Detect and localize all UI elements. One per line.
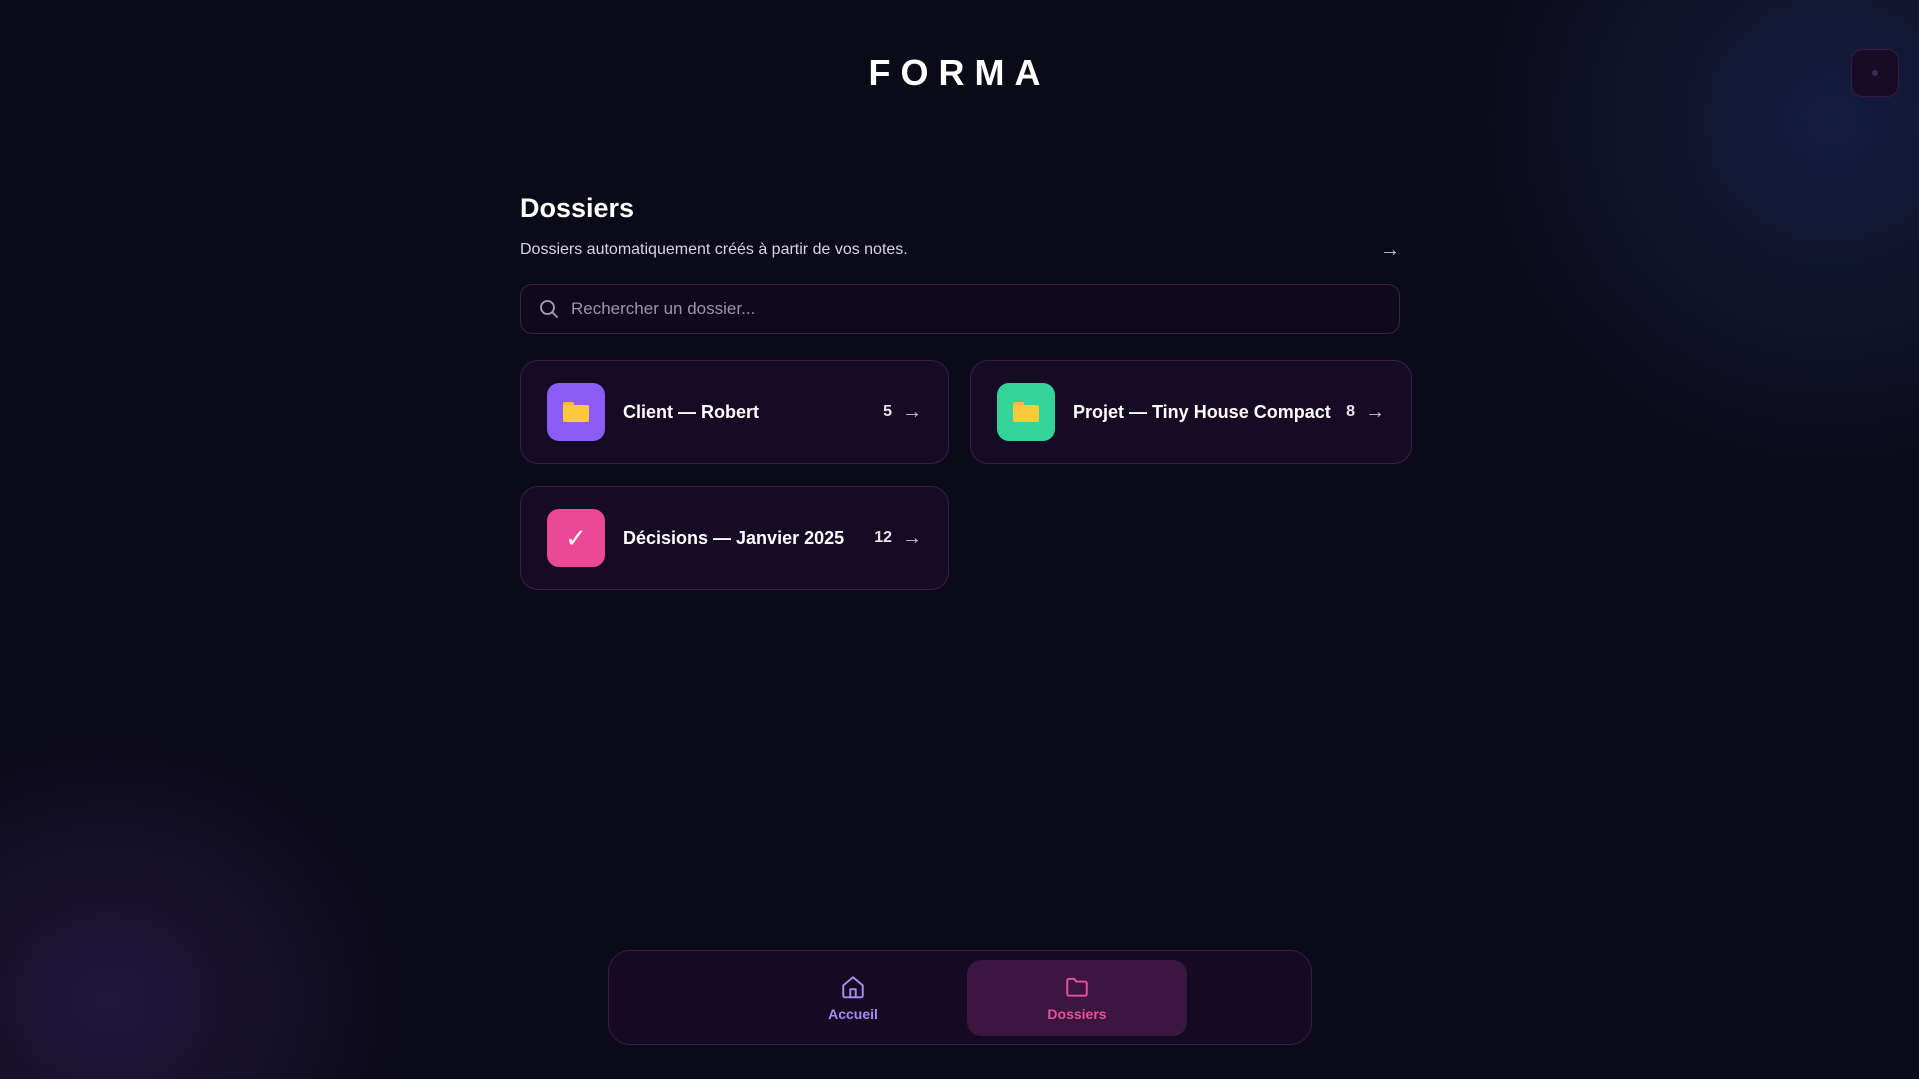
page-subtitle: Dossiers automatiquement créés à partir …	[520, 241, 908, 258]
app-logo: FORMA	[868, 52, 1051, 93]
corner-menu-button[interactable]	[1851, 49, 1899, 97]
check-icon: ✓	[547, 509, 605, 567]
main-content: Dossiers Dossiers automatiquement créés …	[520, 193, 1412, 590]
arrow-right-icon[interactable]: →	[1380, 240, 1400, 260]
folder-card[interactable]: Projet — Tiny House Compact 8 →	[970, 360, 1412, 464]
folder-count: 12	[874, 529, 892, 546]
nav-label-dossiers: Dossiers	[1047, 1006, 1107, 1022]
arrow-right-icon: →	[902, 401, 922, 423]
folder-card[interactable]: Client — Robert 5 →	[520, 360, 949, 464]
folder-name: Client — Robert	[623, 401, 760, 422]
folder-count: 5	[883, 403, 892, 420]
bottom-nav: Accueil Dossiers	[608, 950, 1312, 1045]
folder-count: 8	[1346, 403, 1355, 420]
subtitle-row: Dossiers automatiquement créés à partir …	[520, 240, 1400, 260]
search-bar[interactable]	[520, 284, 1400, 334]
folder-icon	[1066, 977, 1088, 997]
arrow-right-icon: →	[1365, 401, 1385, 423]
nav-item-dossiers[interactable]: Dossiers	[967, 960, 1187, 1036]
dot-icon	[1872, 70, 1878, 76]
home-icon	[842, 976, 864, 999]
folder-grid: Client — Robert 5 → Projet — Tiny House …	[520, 360, 1412, 590]
search-input[interactable]	[571, 299, 1381, 319]
folder-name: Décisions — Janvier 2025	[623, 527, 845, 548]
folder-icon	[547, 383, 605, 441]
search-icon	[540, 300, 558, 318]
page-title: Dossiers	[520, 193, 635, 223]
folder-name: Projet — Tiny House Compact	[1073, 401, 1331, 422]
nav-item-accueil[interactable]: Accueil	[743, 960, 963, 1036]
folder-icon	[997, 383, 1055, 441]
folder-card[interactable]: ✓ Décisions — Janvier 2025 12 →	[520, 486, 949, 590]
nav-label-accueil: Accueil	[828, 1006, 878, 1022]
arrow-right-icon: →	[902, 527, 922, 549]
